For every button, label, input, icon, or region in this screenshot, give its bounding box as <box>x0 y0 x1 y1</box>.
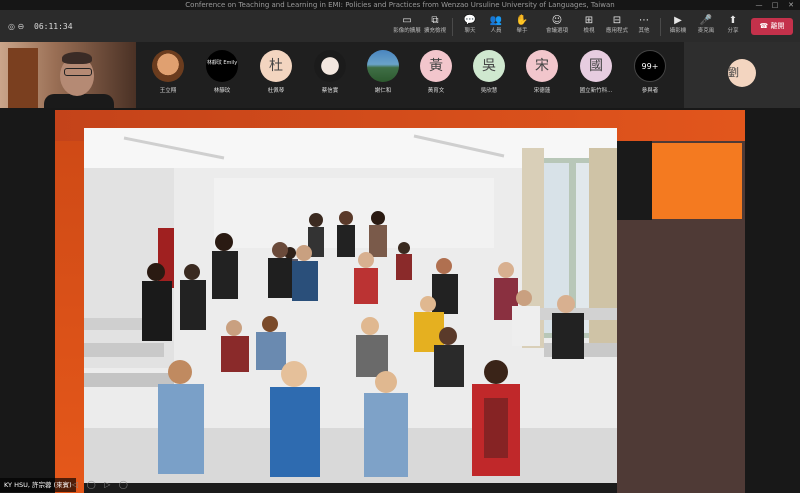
more-button[interactable]: ⋯ 其他 <box>627 14 661 40</box>
participant-name: 蔡信實 <box>321 88 339 94</box>
avatar: 杜 <box>260 50 292 82</box>
participant-name: 參與者 <box>641 88 659 94</box>
participant-name: 宋德蓮 <box>533 88 551 94</box>
expand-icon: ⧉ <box>431 15 439 26</box>
avatar: 99+ <box>634 50 666 82</box>
slide-orange-block <box>652 143 742 219</box>
participant-tile[interactable]: 國國立新竹科... <box>572 50 620 96</box>
expand-view-button[interactable]: ⧉ 擴充檢視 <box>418 14 452 40</box>
meeting-timer: 06:11:34 <box>34 22 73 31</box>
avatar <box>152 50 184 82</box>
avatar: 林靜玟 Emily <box>206 50 238 82</box>
participant-tile[interactable]: 杜杜佩琴 <box>252 50 300 96</box>
participant-tile[interactable]: 林靜玟 Emily 林靜玟 <box>198 50 246 96</box>
leave-button[interactable]: ☎ 離開 <box>751 18 793 35</box>
speaker-shirt <box>44 94 114 108</box>
avatar <box>367 50 399 82</box>
share-icon: ⬆ <box>728 15 738 26</box>
participant-tile[interactable]: 蔡信實 <box>306 50 354 96</box>
hand-icon: ✋ <box>515 15 529 26</box>
slide-dark-block <box>617 141 652 220</box>
slide-controls[interactable]: ◁ ◯ ▷ ◯ <box>72 480 131 489</box>
participant-name: 吳欣慧 <box>480 88 498 94</box>
maximize-button[interactable]: □ <box>768 0 782 10</box>
close-window-button[interactable]: ✕ <box>784 0 798 10</box>
minimize-button[interactable]: — <box>752 0 766 10</box>
self-video[interactable] <box>0 42 136 108</box>
avatar <box>314 50 346 82</box>
participant-tile[interactable]: 吳吳欣慧 <box>465 50 513 96</box>
avatar: 黃 <box>420 50 452 82</box>
classroom-group-photo <box>84 128 617 483</box>
presenter-name-label: KY HSU, 許宗蓉 (來賓) <box>0 478 76 492</box>
participant-tile[interactable]: 黃黃育文 <box>412 50 460 96</box>
avatar: 劉 <box>728 59 756 87</box>
slide-left-band <box>55 141 84 493</box>
participant-name: 林靜玟 <box>213 88 231 94</box>
participant-name: 謝仁和 <box>374 88 392 94</box>
video-background-door <box>8 48 38 108</box>
speaker-hair <box>62 52 92 64</box>
avatar: 國 <box>580 50 612 82</box>
phone-hangup-icon: ☎ <box>759 22 771 30</box>
speaker-glasses <box>64 68 92 76</box>
share-button[interactable]: ⬆ 分享 <box>716 14 750 40</box>
window-title: Conference on Teaching and Learning in E… <box>185 1 615 9</box>
avatar: 宋 <box>526 50 558 82</box>
reactions-icon: ☺ <box>551 15 563 26</box>
slide-group-photo <box>84 128 617 483</box>
participant-name: 黃育文 <box>427 88 445 94</box>
participant-name: 國立新竹科... <box>579 88 613 94</box>
meeting-options-button[interactable]: ☺ 會議選項 <box>540 14 574 40</box>
participant-tile[interactable]: 宋宋德蓮 <box>518 50 566 96</box>
recording-icon: ◎ ⊖ <box>8 22 25 31</box>
participant-video-tile[interactable]: 劉 <box>684 42 800 108</box>
participant-tile[interactable]: 王立翔 <box>144 50 192 96</box>
participant-name: 杜佩琴 <box>267 88 285 94</box>
participant-name: 王立翔 <box>159 88 177 94</box>
meeting-toolbar: ◎ ⊖ 06:11:34 ▭ 影像的擴展 ⧉ 擴充檢視 💬 聊天 👥 人員 ✋ 舉手 ☺ 會… <box>0 10 800 42</box>
participants-overflow-button[interactable]: 99+ 參與者 <box>626 50 674 96</box>
avatar: 吳 <box>473 50 505 82</box>
more-icon: ⋯ <box>639 15 649 26</box>
raise-hand-button[interactable]: ✋ 舉手 <box>505 14 539 40</box>
participant-tile[interactable]: 謝仁和 <box>359 50 407 96</box>
window-titlebar: Conference on Teaching and Learning in E… <box>0 0 800 10</box>
